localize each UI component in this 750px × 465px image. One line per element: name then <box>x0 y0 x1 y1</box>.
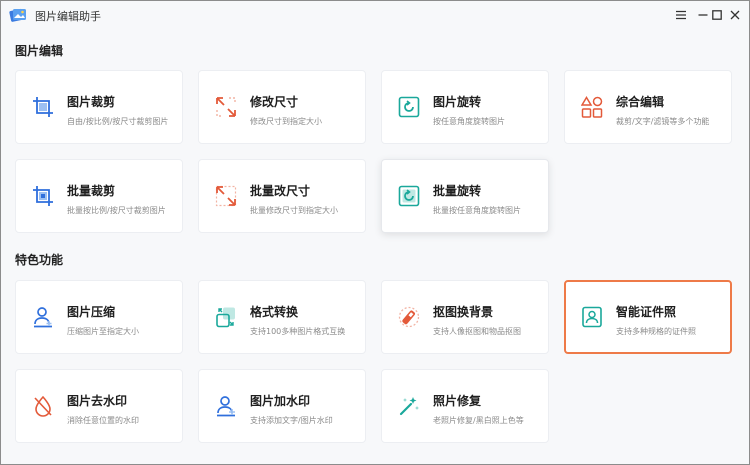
crop-icon <box>33 97 53 117</box>
id-photo-icon <box>582 306 602 328</box>
maximize-icon <box>712 10 722 20</box>
card-desc: 批量按比例/按尺寸裁剪图片 <box>67 206 166 215</box>
shapes-icon <box>581 96 603 118</box>
card-desc: 修改尺寸到指定大小 <box>250 117 322 126</box>
card-remove-watermark[interactable]: 图片去水印 消除任意位置的水印 <box>15 369 183 443</box>
card-title: 照片修复 <box>433 394 482 408</box>
card-desc: 批量按任意角度旋转图片 <box>433 206 521 215</box>
app-logo-icon <box>9 8 26 22</box>
close-button[interactable] <box>725 5 745 25</box>
card-title: 图片压缩 <box>67 305 116 319</box>
card-title: 抠图换背景 <box>433 305 494 319</box>
magic-wand-icon <box>399 397 419 416</box>
title-bar: 图片编辑助手 <box>1 1 749 29</box>
batch-crop-icon <box>33 186 53 206</box>
card-desc: 支持100多种图片格式互换 <box>250 327 346 336</box>
card-title: 批量旋转 <box>433 184 482 198</box>
card-title: 图片加水印 <box>250 394 311 408</box>
card-title: 图片去水印 <box>67 394 128 408</box>
convert-icon <box>216 307 235 328</box>
maximize-button[interactable] <box>707 5 727 25</box>
card-desc: 压缩图片至指定大小 <box>67 327 139 336</box>
menu-button[interactable] <box>671 5 691 25</box>
card-smart-id-photo[interactable]: 智能证件照 支持多种规格的证件照 <box>564 280 732 354</box>
batch-rotate-icon <box>398 185 420 207</box>
app-window: 图片编辑助手 图片编辑 图片裁剪 自由/按比例/按尺寸裁剪图片 修改尺寸 修改尺… <box>0 0 750 465</box>
rotate-icon <box>398 96 420 118</box>
card-title: 批量改尺寸 <box>250 184 311 198</box>
card-desc: 支持多种规格的证件照 <box>616 327 696 336</box>
card-format-convert[interactable]: 格式转换 支持100多种图片格式互换 <box>198 280 366 354</box>
add-watermark-icon <box>217 396 235 417</box>
card-comprehensive-edit[interactable]: 综合编辑 裁剪/文字/滤镜等多个功能 <box>564 70 732 144</box>
card-desc: 裁剪/文字/滤镜等多个功能 <box>616 117 710 126</box>
resize-icon <box>216 97 236 117</box>
card-title: 图片旋转 <box>433 95 482 109</box>
card-image-rotate[interactable]: 图片旋转 按任意角度旋转图片 <box>381 70 549 144</box>
compress-icon <box>34 307 52 328</box>
card-desc: 按任意角度旋转图片 <box>433 117 505 126</box>
card-batch-crop[interactable]: 批量裁剪 批量按比例/按尺寸裁剪图片 <box>15 159 183 233</box>
cutout-icon <box>398 306 420 328</box>
card-desc: 支持人像抠图和物品抠图 <box>433 327 521 336</box>
batch-resize-icon <box>215 185 237 207</box>
card-title: 批量裁剪 <box>67 184 116 198</box>
section-title-featured: 特色功能 <box>15 253 64 267</box>
card-title: 智能证件照 <box>616 305 677 319</box>
card-add-watermark[interactable]: 图片加水印 支持添加文字/图片水印 <box>198 369 366 443</box>
card-resize[interactable]: 修改尺寸 修改尺寸到指定大小 <box>198 70 366 144</box>
card-title: 综合编辑 <box>616 95 665 109</box>
close-icon <box>730 10 740 20</box>
card-desc: 批量修改尺寸到指定大小 <box>250 206 338 215</box>
card-desc: 支持添加文字/图片水印 <box>250 416 333 425</box>
card-image-compress[interactable]: 图片压缩 压缩图片至指定大小 <box>15 280 183 354</box>
card-batch-resize[interactable]: 批量改尺寸 批量修改尺寸到指定大小 <box>198 159 366 233</box>
card-desc: 自由/按比例/按尺寸裁剪图片 <box>67 117 169 126</box>
remove-watermark-icon <box>34 395 52 417</box>
card-desc: 消除任意位置的水印 <box>67 416 139 425</box>
card-title: 格式转换 <box>250 305 299 319</box>
card-batch-rotate[interactable]: 批量旋转 批量按任意角度旋转图片 <box>381 159 549 233</box>
card-cutout-background[interactable]: 抠图换背景 支持人像抠图和物品抠图 <box>381 280 549 354</box>
menu-icon <box>676 10 686 20</box>
card-desc: 老照片修复/黑白照上色等 <box>433 416 524 425</box>
card-title: 图片裁剪 <box>67 95 116 109</box>
card-title: 修改尺寸 <box>250 95 299 109</box>
app-title: 图片编辑助手 <box>35 10 101 23</box>
card-photo-restore[interactable]: 照片修复 老照片修复/黑白照上色等 <box>381 369 549 443</box>
card-image-crop[interactable]: 图片裁剪 自由/按比例/按尺寸裁剪图片 <box>15 70 183 144</box>
section-title-image-edit: 图片编辑 <box>15 44 64 58</box>
